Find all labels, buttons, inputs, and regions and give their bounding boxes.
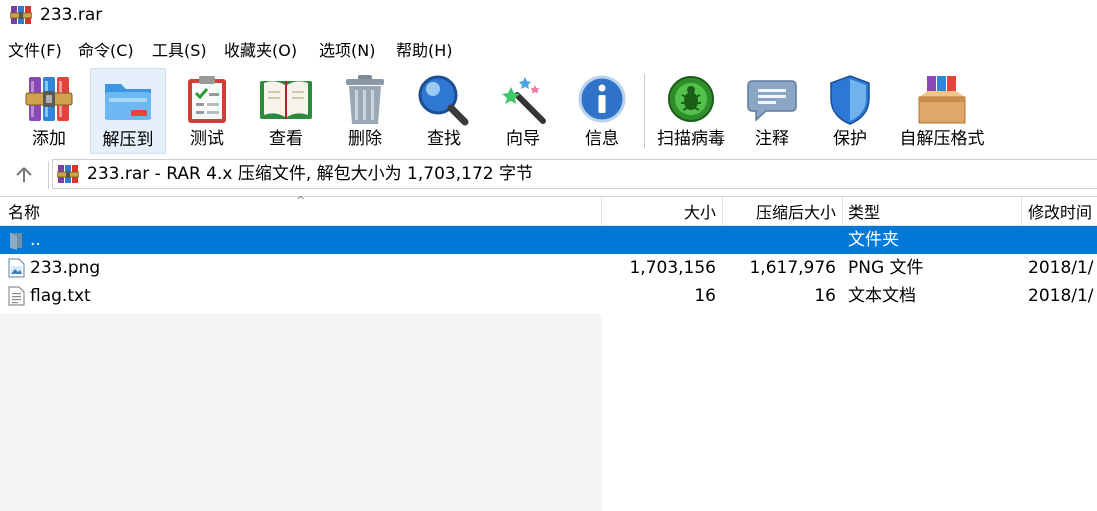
- file-list: ^ 名称 大小 压缩后大小 类型 修改时间 .. 文件夹 233.png 1,7…: [0, 194, 1097, 511]
- up-arrow-icon: [16, 167, 32, 182]
- menu-tools[interactable]: 工具(S): [152, 40, 207, 62]
- comment-label: 注释: [755, 129, 789, 149]
- parent-folder-icon: [10, 233, 22, 250]
- window-title: 233.rar: [40, 5, 103, 25]
- protect-button[interactable]: 保护: [814, 68, 886, 154]
- toolbar-separator: [644, 74, 645, 148]
- menu-commands[interactable]: 命令(C): [78, 40, 134, 62]
- trash-icon: [346, 75, 384, 124]
- winrar-books-icon: [25, 77, 73, 121]
- column-divider[interactable]: [1021, 197, 1022, 227]
- menu-favorites[interactable]: 收藏夹(O): [224, 40, 297, 62]
- archive-icon: [57, 165, 79, 183]
- address-bar-row: 233.rar - RAR 4.x 压缩文件, 解包大小为 1,703,172 …: [0, 157, 1097, 193]
- wizard-button[interactable]: 向导: [486, 68, 560, 154]
- view-button[interactable]: 查看: [248, 68, 324, 154]
- comment-icon: [747, 80, 797, 122]
- file-type: 文本文档: [848, 286, 916, 306]
- info-button[interactable]: 信息: [566, 68, 638, 154]
- menu-help[interactable]: 帮助(H): [396, 40, 453, 62]
- find-button[interactable]: 查找: [408, 68, 480, 154]
- sort-indicator: ^: [296, 194, 306, 207]
- column-size[interactable]: 大小: [602, 202, 716, 224]
- list-header: ^ 名称 大小 压缩后大小 类型 修改时间: [0, 194, 1097, 227]
- virus-scan-label: 扫描病毒: [657, 129, 725, 149]
- add-button[interactable]: 添加: [12, 68, 86, 154]
- view-label: 查看: [269, 129, 303, 149]
- text-file-icon: [8, 286, 25, 306]
- sfx-label: 自解压格式: [899, 129, 985, 149]
- file-size: 1,703,156: [629, 258, 716, 278]
- file-name: flag.txt: [30, 286, 91, 306]
- list-body: .. 文件夹 233.png 1,703,156 1,617,976 PNG 文…: [0, 226, 1097, 511]
- toolbar: 添加 解压到 测试 查看 删除 查找 向导 信息 扫描病毒 注释 保护 自解压格…: [0, 68, 1097, 156]
- add-label: 添加: [32, 129, 66, 149]
- file-type: PNG 文件: [848, 258, 924, 278]
- magic-wand-icon: [502, 77, 546, 124]
- extract-to-button[interactable]: 解压到: [90, 68, 166, 154]
- file-packed-size: 1,617,976: [749, 258, 836, 278]
- list-item-233-png[interactable]: 233.png 1,703,156 1,617,976 PNG 文件 2018/…: [0, 254, 1097, 282]
- delete-button[interactable]: 删除: [330, 68, 400, 154]
- title-bar: 233.rar: [0, 0, 1097, 32]
- info-icon: [578, 75, 626, 123]
- file-name: 233.png: [30, 258, 101, 278]
- comment-button[interactable]: 注释: [736, 68, 808, 154]
- file-type: 文件夹: [848, 230, 899, 250]
- winrar-icon: [10, 6, 32, 24]
- menu-bar: 文件(F) 命令(C) 工具(S) 收藏夹(O) 选项(N) 帮助(H): [0, 38, 1097, 64]
- file-name: ..: [30, 230, 41, 250]
- file-modified: 2018/1/: [1028, 286, 1094, 306]
- file-size: 16: [694, 286, 716, 306]
- column-packed-size[interactable]: 压缩后大小: [722, 202, 836, 224]
- virus-scan-icon: [668, 76, 714, 122]
- open-book-icon: [260, 81, 312, 119]
- address-text: 233.rar - RAR 4.x 压缩文件, 解包大小为 1,703,172 …: [87, 164, 533, 184]
- sfx-box-icon: [918, 76, 966, 124]
- checklist-icon: [188, 76, 226, 123]
- column-type[interactable]: 类型: [848, 202, 880, 224]
- column-modified[interactable]: 修改时间: [1028, 202, 1092, 224]
- virus-scan-button[interactable]: 扫描病毒: [652, 68, 730, 154]
- file-packed-size: 16: [814, 286, 836, 306]
- list-empty-area: [0, 314, 602, 511]
- column-name[interactable]: 名称: [8, 202, 40, 224]
- folder-extract-icon: [105, 84, 151, 120]
- image-file-icon: [8, 258, 25, 278]
- wizard-label: 向导: [506, 129, 540, 149]
- file-modified: 2018/1/: [1028, 258, 1094, 278]
- magnifier-icon: [418, 75, 469, 126]
- address-separator: [48, 161, 49, 189]
- find-label: 查找: [427, 129, 461, 149]
- list-item-flag-txt[interactable]: flag.txt 16 16 文本文档 2018/1/: [0, 282, 1097, 310]
- address-field[interactable]: 233.rar - RAR 4.x 压缩文件, 解包大小为 1,703,172 …: [52, 159, 1097, 189]
- sfx-button[interactable]: 自解压格式: [892, 68, 992, 154]
- list-item-parent[interactable]: .. 文件夹: [0, 226, 1097, 254]
- menu-file[interactable]: 文件(F): [8, 40, 62, 62]
- extract-to-label: 解压到: [102, 130, 154, 150]
- menu-options[interactable]: 选项(N): [319, 40, 375, 62]
- test-label: 测试: [190, 129, 224, 149]
- test-button[interactable]: 测试: [170, 68, 244, 154]
- column-divider[interactable]: [842, 197, 843, 227]
- protect-label: 保护: [833, 129, 867, 149]
- up-button[interactable]: [10, 163, 38, 187]
- info-label: 信息: [585, 129, 619, 149]
- shield-icon: [830, 75, 870, 125]
- delete-label: 删除: [348, 129, 382, 149]
